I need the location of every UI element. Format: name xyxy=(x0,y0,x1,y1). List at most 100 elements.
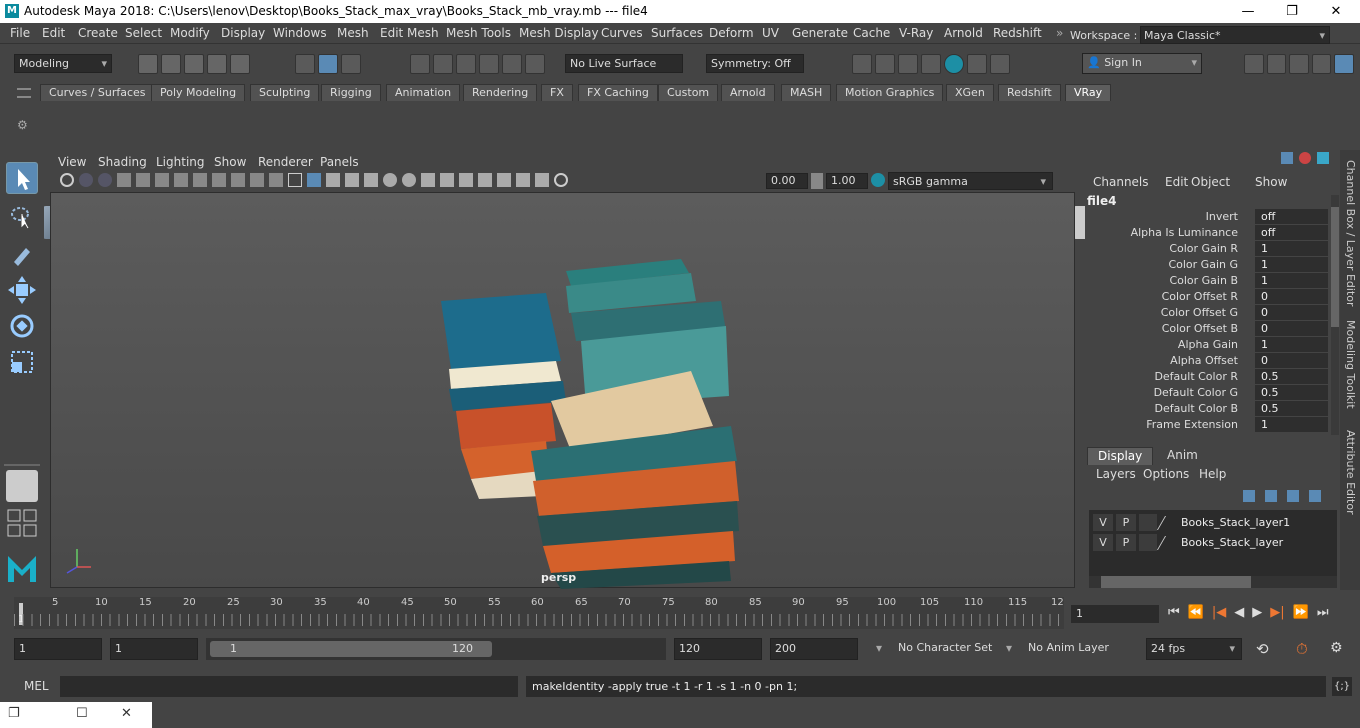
wireframe-icon[interactable] xyxy=(288,173,302,187)
layer-tab-display[interactable]: Display xyxy=(1087,447,1154,465)
channel-value[interactable]: off xyxy=(1255,209,1328,224)
channel-box-tree-icon[interactable] xyxy=(1281,152,1293,164)
panel-menu-show[interactable]: Show xyxy=(214,155,246,169)
shelf-tab-fx-caching[interactable]: FX Caching xyxy=(578,84,658,101)
animation-end-field[interactable]: 200 xyxy=(770,638,858,660)
shelf-tab-rigging[interactable]: Rigging xyxy=(321,84,381,101)
channel-row-default-color-r[interactable]: Default Color R 0.5 xyxy=(1090,369,1330,385)
depth-of-field-icon[interactable] xyxy=(459,173,473,187)
use-lights-icon[interactable] xyxy=(364,173,378,187)
range-slider-handle[interactable] xyxy=(210,641,492,657)
render-frame-icon[interactable] xyxy=(852,54,872,74)
layer-horizontal-scrollbar[interactable] xyxy=(1089,576,1337,588)
layer-row[interactable]: V P Books_Stack_layer1 xyxy=(1089,514,1337,532)
move-layer-down-icon[interactable] xyxy=(1265,490,1277,502)
channel-value[interactable]: 0 xyxy=(1255,321,1328,336)
side-tab-attribute-editor[interactable]: Attribute Editor xyxy=(1344,430,1357,515)
layer-playback-toggle[interactable]: P xyxy=(1116,514,1136,531)
workspace-dropdown[interactable]: Maya Classic* ▾ xyxy=(1140,26,1330,44)
smooth-shade-icon[interactable] xyxy=(307,173,321,187)
bookmark-icon[interactable] xyxy=(98,173,112,187)
lasso-tool-icon[interactable] xyxy=(6,200,38,232)
exposure-field[interactable]: 0.00 xyxy=(766,173,808,189)
channel-value[interactable]: 1 xyxy=(1255,337,1328,352)
go-to-start-icon[interactable]: ⏮ xyxy=(1168,605,1180,623)
channel-value[interactable]: 1 xyxy=(1255,273,1328,288)
channel-row-color-offset-g[interactable]: Color Offset G 0 xyxy=(1090,305,1330,321)
field-chart-icon[interactable] xyxy=(250,173,264,187)
channel-box-scroll-thumb[interactable] xyxy=(1331,207,1339,327)
channel-row-frame-extension[interactable]: Frame Extension 1 xyxy=(1090,417,1330,433)
panel-menu-view[interactable]: View xyxy=(58,155,86,169)
play-backwards-icon[interactable]: ◀ xyxy=(1234,605,1244,623)
new-scene-icon[interactable] xyxy=(138,54,158,74)
channel-row-color-gain-r[interactable]: Color Gain R 1 xyxy=(1090,241,1330,257)
menu-edit[interactable]: Edit xyxy=(42,26,65,40)
channel-value[interactable]: 0.5 xyxy=(1255,385,1328,400)
command-input[interactable] xyxy=(60,676,518,697)
channel-box-record-icon[interactable] xyxy=(1299,152,1311,164)
shelf-tab-poly-modeling[interactable]: Poly Modeling xyxy=(151,84,246,101)
anti-aliasing-icon[interactable] xyxy=(440,173,454,187)
select-component-icon[interactable] xyxy=(341,54,361,74)
layer-color-icon[interactable] xyxy=(1156,536,1178,550)
side-tab-modeling-toolkit[interactable]: Modeling Toolkit xyxy=(1344,320,1357,409)
menu-redshift[interactable]: Redshift xyxy=(993,26,1042,40)
hypershade-icon[interactable] xyxy=(944,54,964,74)
undo-icon[interactable] xyxy=(207,54,227,74)
snap-point-icon[interactable] xyxy=(456,54,476,74)
layer-tab-anim[interactable]: Anim xyxy=(1157,447,1208,465)
paint-select-tool-icon[interactable] xyxy=(6,238,38,270)
menu-display[interactable]: Display xyxy=(221,26,265,40)
channel-value[interactable]: 0 xyxy=(1255,353,1328,368)
snap-magnet-icon[interactable] xyxy=(525,54,545,74)
tool-settings-icon[interactable] xyxy=(1289,54,1309,74)
channel-row-alpha-is-luminance[interactable]: Alpha Is Luminance off xyxy=(1090,225,1330,241)
layer-scroll-thumb[interactable] xyxy=(1101,576,1251,588)
loop-icon[interactable]: ⟲ xyxy=(1256,640,1269,658)
animation-preferences-icon[interactable]: ⚙ xyxy=(1330,640,1343,656)
layer-visibility-toggle[interactable]: V xyxy=(1093,534,1113,551)
shelf-tab-animation[interactable]: Animation xyxy=(386,84,461,101)
view-transform-dropdown[interactable]: sRGB gamma ▾ xyxy=(888,172,1053,190)
color-management-icon[interactable] xyxy=(871,173,885,187)
script-language-toggle[interactable]: MEL xyxy=(24,679,49,693)
panel-menu-shading[interactable]: Shading xyxy=(98,155,147,169)
render-sequence-icon[interactable] xyxy=(875,54,895,74)
wireframe-on-shaded-icon[interactable] xyxy=(326,173,340,187)
step-back-frame-icon[interactable]: ⏪ xyxy=(1188,605,1204,623)
render-settings-icon[interactable] xyxy=(921,54,941,74)
layer-display-type-toggle[interactable] xyxy=(1139,534,1157,551)
animation-start-field[interactable]: 1 xyxy=(14,638,102,660)
anim-layer-dropdown[interactable]: No Anim Layer xyxy=(1024,638,1134,660)
anim-layer-chevron-icon[interactable]: ▾ xyxy=(1006,641,1012,655)
modeling-toolkit-icon[interactable] xyxy=(1244,54,1264,74)
gate-mask-icon[interactable] xyxy=(231,173,245,187)
playback-end-field[interactable]: 120 xyxy=(674,638,762,660)
redo-icon[interactable] xyxy=(230,54,250,74)
channels-menu-edit[interactable]: Edit xyxy=(1165,175,1188,189)
go-to-end-icon[interactable]: ⏭ xyxy=(1317,605,1329,623)
channel-value[interactable]: 1 xyxy=(1255,241,1328,256)
camera-lock-icon[interactable] xyxy=(79,173,93,187)
menu-vray[interactable]: V-Ray xyxy=(899,26,933,40)
character-set-dropdown[interactable]: No Character Set xyxy=(894,638,1006,660)
channel-row-color-gain-b[interactable]: Color Gain B 1 xyxy=(1090,273,1330,289)
shelf-tab-custom[interactable]: Custom xyxy=(658,84,719,101)
menu-file[interactable]: File xyxy=(10,26,30,40)
close-icon[interactable]: ✕ xyxy=(121,706,132,721)
step-forward-key-icon[interactable]: ▶| xyxy=(1270,605,1284,623)
channels-menu-show[interactable]: Show xyxy=(1255,175,1287,189)
xray-joints-icon[interactable] xyxy=(516,173,530,187)
resolution-gate-icon[interactable] xyxy=(212,173,226,187)
side-tab-channel-box[interactable]: Channel Box / Layer Editor xyxy=(1344,160,1357,307)
isolate-select-icon[interactable] xyxy=(478,173,492,187)
new-layer-from-selection-icon[interactable] xyxy=(1309,490,1321,502)
menu-surfaces[interactable]: Surfaces xyxy=(651,26,703,40)
shelf-tab-fx[interactable]: FX xyxy=(541,84,573,101)
channel-value[interactable]: 0.5 xyxy=(1255,369,1328,384)
snap-view-plane-icon[interactable] xyxy=(479,54,499,74)
select-hierarchy-icon[interactable] xyxy=(295,54,315,74)
menu-select[interactable]: Select xyxy=(125,26,162,40)
channel-box-scrollbar[interactable] xyxy=(1331,195,1339,435)
